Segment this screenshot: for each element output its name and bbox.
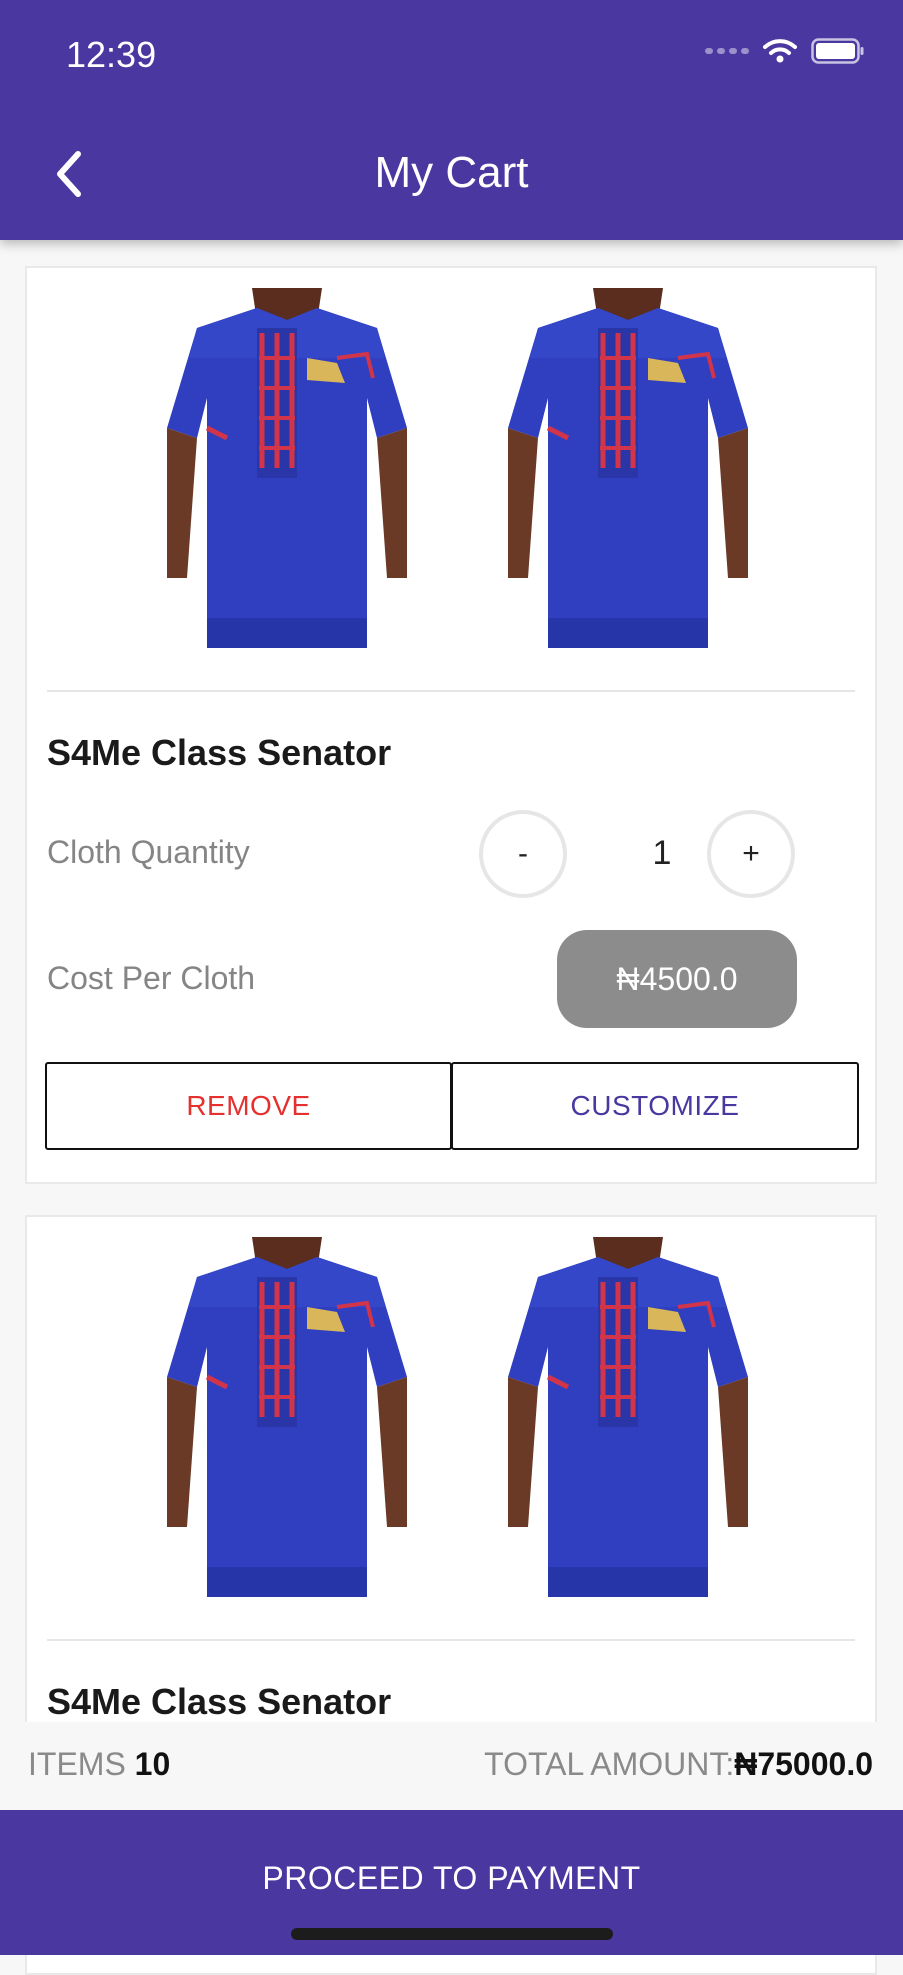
product-name: S4Me Class Senator — [47, 732, 392, 773]
total-amount: ₦75000.0 — [734, 1746, 873, 1782]
divider — [47, 690, 855, 692]
divider — [47, 1639, 855, 1641]
page-title: My Cart — [374, 148, 529, 197]
proceed-to-payment-button[interactable]: PROCEED TO PAYMENT — [0, 1810, 903, 1955]
quantity-value: 1 — [652, 834, 672, 872]
status-time: 12:39 — [66, 34, 157, 75]
app-header: 12:39 My Cart — [0, 0, 903, 240]
price-badge: ₦4500.0 — [557, 930, 797, 1028]
items-label: ITEMS — [28, 1746, 126, 1782]
total-summary: TOTAL AMOUNT:₦75000.0 — [484, 1746, 873, 1783]
items-summary: ITEMS 10 — [28, 1746, 170, 1783]
proceed-label: PROCEED TO PAYMENT — [262, 1860, 641, 1896]
items-count: 10 — [134, 1746, 171, 1782]
product-image — [498, 288, 758, 648]
increment-quantity-button[interactable]: + — [707, 810, 795, 898]
home-indicator — [291, 1928, 613, 1940]
product-image — [498, 1237, 758, 1597]
battery-icon — [811, 38, 864, 64]
cart-summary: ITEMS 10 TOTAL AMOUNT:₦75000.0 — [0, 1722, 903, 1810]
product-name: S4Me Class Senator — [47, 1681, 392, 1722]
cost-label: Cost Per Cloth — [47, 960, 256, 996]
product-images — [27, 268, 875, 688]
total-label: TOTAL AMOUNT: — [484, 1746, 735, 1782]
cart-item-card: S4Me Class Senator Cloth Quantity - 1 + … — [25, 266, 877, 1184]
customize-button[interactable]: CUSTOMIZE — [451, 1062, 859, 1150]
status-icons — [705, 38, 865, 64]
quantity-label: Cloth Quantity — [47, 834, 250, 870]
product-image — [157, 1237, 417, 1597]
remove-button[interactable]: REMOVE — [45, 1062, 452, 1150]
cellular-signal-icon — [705, 48, 749, 54]
decrement-quantity-button[interactable]: - — [479, 810, 567, 898]
product-images — [27, 1217, 875, 1637]
product-image — [157, 288, 417, 648]
wifi-icon — [763, 39, 797, 63]
